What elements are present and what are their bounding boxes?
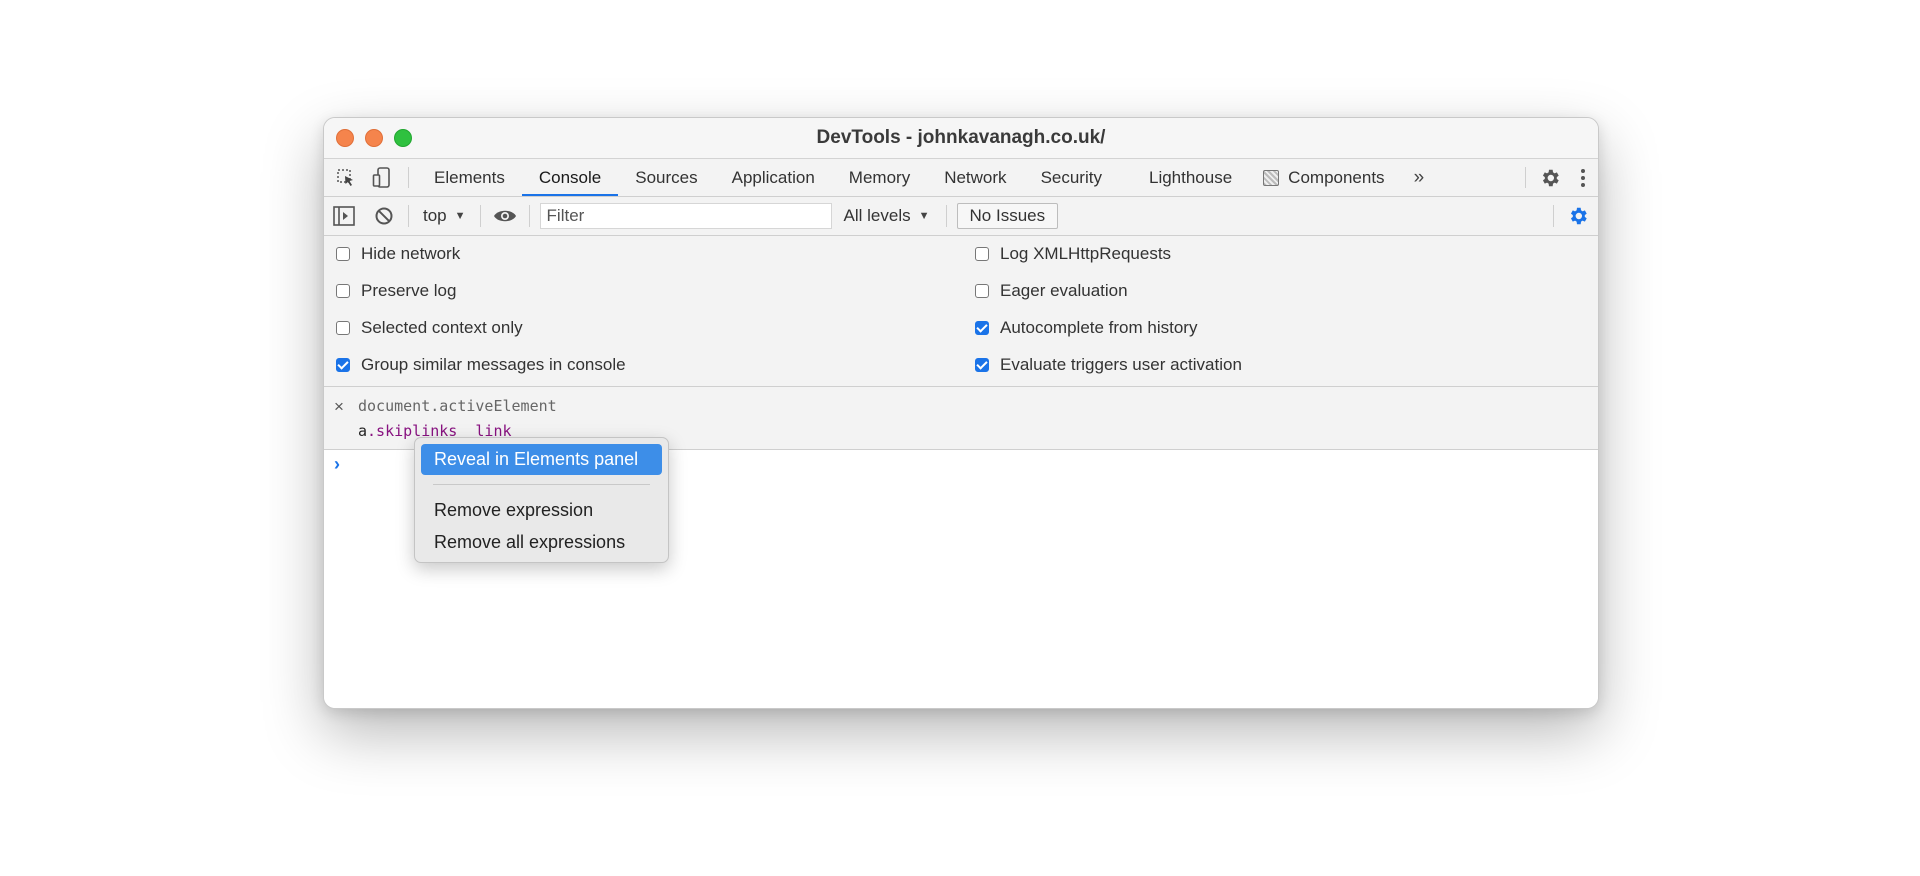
toolbar-separator	[479, 205, 481, 227]
eye-icon[interactable]	[485, 197, 525, 235]
result-tag: a	[358, 422, 368, 440]
more-tabs-button[interactable]: »	[1402, 159, 1437, 196]
setting-eager-evaluation[interactable]: Eager evaluation	[975, 280, 1128, 302]
tab-console[interactable]: Console	[521, 159, 619, 196]
toolbar-separator	[945, 205, 947, 227]
console-toolbar: top ▼ All levels ▼ No Issues	[324, 197, 1598, 236]
filter-input[interactable]	[539, 203, 832, 229]
setting-evaluate-triggers[interactable]: Evaluate triggers user activation	[975, 354, 1242, 376]
inspect-element-icon[interactable]	[328, 159, 364, 196]
tab-security[interactable]: Security	[1024, 159, 1119, 196]
dropdown-caret-icon: ▼	[454, 210, 466, 222]
window-title: DevTools - johnkavanagh.co.uk/	[816, 127, 1106, 148]
toolbar-separator	[1553, 205, 1554, 227]
devtools-window: DevTools - johnkavanagh.co.uk/ Elements …	[323, 117, 1599, 709]
toolbar-separator	[408, 205, 409, 227]
console-settings-pane: Hide network Preserve log Selected conte…	[324, 236, 1598, 387]
tab-separator	[1525, 167, 1526, 188]
menu-item-remove-expression[interactable]: Remove expression	[415, 494, 668, 526]
checkbox[interactable]	[975, 284, 989, 298]
tab-label: Application	[731, 167, 815, 187]
checkbox[interactable]	[336, 284, 350, 298]
menu-item-reveal-in-elements[interactable]: Reveal in Elements panel	[421, 444, 662, 475]
console-prompt-chevron-icon: ›	[334, 454, 340, 474]
live-expression-text[interactable]: document.activeElement	[358, 397, 557, 415]
toolbar-separator	[528, 205, 530, 227]
log-levels-dropdown[interactable]: All levels ▼	[832, 206, 942, 226]
setting-group-similar[interactable]: Group similar messages in console	[336, 354, 626, 376]
context-selector[interactable]: top ▼	[413, 206, 476, 226]
panel-tab-bar: Elements Console Sources Application Mem…	[324, 159, 1598, 197]
tab-label: Memory	[848, 167, 911, 187]
title-bar: DevTools - johnkavanagh.co.uk/	[324, 118, 1598, 159]
menu-separator	[433, 484, 650, 485]
tab-label: Network	[944, 167, 1007, 187]
setting-hide-network[interactable]: Hide network	[336, 243, 460, 265]
setting-label: Eager evaluation	[1000, 281, 1128, 300]
setting-autocomplete-history[interactable]: Autocomplete from history	[975, 317, 1197, 339]
tab-label: Elements	[434, 167, 505, 187]
tab-elements[interactable]: Elements	[417, 159, 522, 196]
context-value: top	[423, 206, 447, 225]
setting-log-xhr[interactable]: Log XMLHttpRequests	[975, 243, 1171, 265]
checkbox-checked[interactable]	[975, 321, 989, 335]
setting-label: Log XMLHttpRequests	[1000, 244, 1172, 263]
components-icon	[1263, 169, 1280, 186]
setting-label: Hide network	[361, 244, 461, 263]
levels-value: All levels	[843, 206, 911, 225]
tab-memory[interactable]: Memory	[832, 159, 927, 196]
setting-label: Selected context only	[361, 318, 523, 337]
menu-item-remove-all-expressions[interactable]: Remove all expressions	[415, 526, 668, 558]
tab-label: Components	[1288, 167, 1385, 187]
console-settings-gear-icon[interactable]	[1558, 197, 1598, 235]
setting-preserve-log[interactable]: Preserve log	[336, 280, 456, 302]
setting-selected-context-only[interactable]: Selected context only	[336, 317, 523, 339]
checkbox-checked[interactable]	[975, 358, 989, 372]
checkbox[interactable]	[975, 247, 989, 261]
device-toolbar-icon[interactable]	[364, 159, 400, 196]
setting-label: Autocomplete from history	[1000, 318, 1198, 337]
tab-components[interactable]: Components	[1249, 159, 1401, 196]
setting-label: Group similar messages in console	[361, 355, 626, 374]
context-menu: Reveal in Elements panel Remove expressi…	[414, 437, 669, 563]
tab-network[interactable]: Network	[927, 159, 1023, 196]
remove-expression-close-icon[interactable]: ×	[334, 397, 344, 417]
issues-button[interactable]: No Issues	[956, 203, 1059, 229]
tab-application[interactable]: Application	[715, 159, 832, 196]
gear-icon[interactable]	[1532, 167, 1568, 189]
checkbox-checked[interactable]	[336, 358, 350, 372]
tab-label: Lighthouse	[1148, 167, 1233, 187]
checkbox[interactable]	[336, 321, 350, 335]
setting-label: Evaluate triggers user activation	[1000, 355, 1242, 374]
checkbox[interactable]	[336, 247, 350, 261]
tab-label: Console	[538, 167, 602, 187]
dropdown-caret-icon: ▼	[918, 210, 930, 222]
tab-label: Security	[1040, 167, 1102, 187]
sidebar-toggle-icon[interactable]	[324, 197, 364, 235]
setting-label: Preserve log	[361, 281, 457, 300]
kebab-menu-icon[interactable]	[1568, 168, 1598, 188]
tab-separator	[408, 167, 409, 188]
tab-sources[interactable]: Sources	[618, 159, 714, 196]
tab-lighthouse[interactable]: Lighthouse	[1119, 159, 1249, 196]
clear-console-icon[interactable]	[364, 197, 404, 235]
tab-label: Sources	[635, 167, 698, 187]
